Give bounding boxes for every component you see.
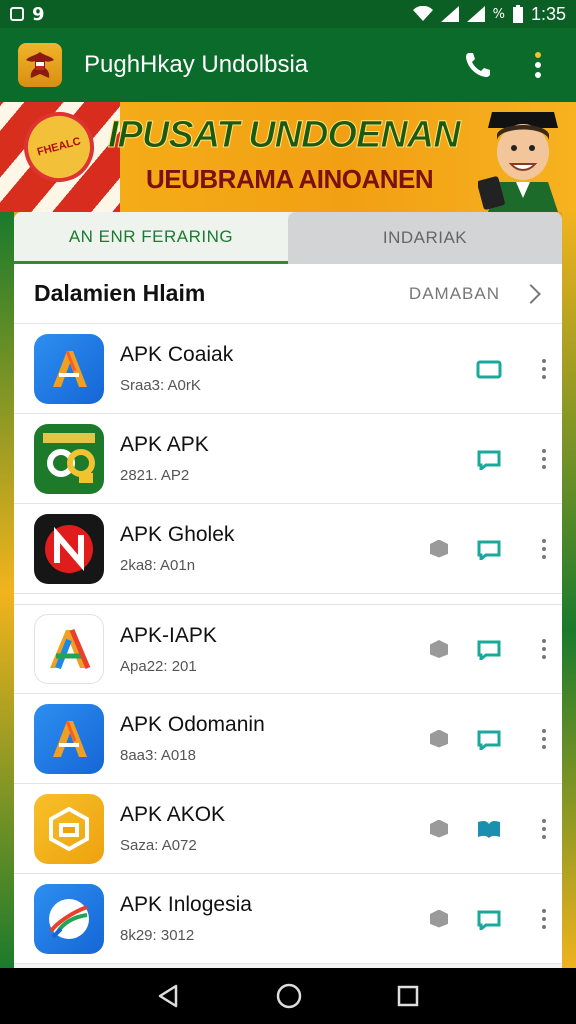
more-options-icon[interactable] (540, 818, 548, 839)
app-title: PughHkay Undolbsia (84, 51, 309, 78)
blue-globe-icon (34, 883, 104, 954)
package-icon[interactable] (430, 909, 448, 928)
app-name: APK-IAPK (120, 623, 217, 647)
status-bar: 9 % 1:35 (0, 0, 576, 28)
wifi-icon (412, 6, 433, 21)
home-icon[interactable] (275, 982, 303, 1010)
call-button[interactable] (458, 45, 498, 85)
open-button[interactable] (476, 358, 502, 380)
app-bar: PughHkay Undolbsia (0, 28, 576, 102)
content-card: AN ENR FERARING INDARIAK Dalamien Hlaim … (14, 212, 562, 972)
open-button[interactable] (476, 448, 502, 470)
app-meta: 8k29: 3012 (120, 927, 195, 944)
percent-icon: % (492, 6, 505, 22)
list-item[interactable]: APK Gholek 2ka8: A01n (14, 504, 562, 594)
recents-icon[interactable] (396, 984, 420, 1008)
battery-icon (512, 5, 523, 23)
banner-subline: UEUBRAMA AINOANEN (146, 164, 434, 194)
app-meta: 8aa3: A018 (120, 747, 196, 764)
app-list: APK Coaiak Sraa3: A0rK APK APK 2821. AP2 (14, 324, 562, 964)
right-decoration (562, 212, 576, 972)
blue-a-icon (34, 333, 104, 404)
package-icon[interactable] (430, 539, 448, 558)
back-icon[interactable] (156, 983, 182, 1009)
more-options-icon[interactable] (540, 908, 548, 929)
book-icon (478, 820, 500, 838)
yellow-box-icon (34, 793, 104, 864)
chat-icon (476, 360, 502, 378)
app-name: APK Odomanin (120, 713, 265, 736)
banner-headline: IPUSAT UNDOENAN (108, 114, 462, 157)
list-item[interactable]: APK Inlogesia 8k29: 3012 (14, 874, 562, 964)
mascot-illustration (478, 112, 558, 212)
chat-icon (477, 450, 501, 470)
medal-text: FHEALC (35, 135, 83, 159)
notification-icon: 9 (32, 3, 45, 25)
chat-icon (477, 910, 501, 930)
promo-banner[interactable]: FHEALC IPUSAT UNDOENAN UEUBRAMA AINOANEN (0, 102, 576, 212)
sim-icon (10, 7, 24, 21)
list-item[interactable]: APK Odomanin 8aa3: A018 (14, 694, 562, 784)
app-name: APK AKOK (120, 803, 226, 826)
more-options-icon[interactable] (540, 448, 548, 469)
chat-icon (477, 640, 501, 660)
package-icon[interactable] (430, 640, 448, 658)
chat-icon (477, 540, 501, 560)
overflow-menu-icon (535, 52, 541, 78)
list-item[interactable]: APK-IAPK Apa22: 201 (14, 604, 562, 694)
tab-featured[interactable]: AN ENR FERARING (14, 212, 288, 264)
list-item[interactable]: APK APK 2821. AP2 (14, 414, 562, 504)
app-name: APK Inlogesia (120, 893, 252, 916)
package-icon[interactable] (430, 819, 448, 838)
tab-bar: AN ENR FERARING INDARIAK (14, 212, 562, 264)
garuda-emblem-icon (18, 43, 62, 87)
app-meta: Apa22: 201 (120, 657, 197, 675)
open-button[interactable] (476, 818, 502, 840)
open-button[interactable] (476, 538, 502, 560)
tab-indariak[interactable]: INDARIAK (288, 212, 562, 264)
app-meta: Sraa3: A0rK (120, 377, 201, 394)
list-item[interactable]: APK AKOK Saza: A072 (14, 784, 562, 874)
app-meta: 2821. AP2 (120, 467, 190, 484)
white-a-icon (34, 614, 104, 684)
navigation-bar (0, 968, 576, 1024)
see-all-link[interactable]: DAMABAN (409, 284, 500, 304)
left-decoration (0, 212, 14, 972)
app-name: APK APK (120, 433, 209, 456)
section-header: Dalamien Hlaim DAMABAN (14, 264, 562, 324)
app-meta: 2ka8: A01n (120, 557, 196, 574)
more-options-icon[interactable] (540, 358, 548, 379)
more-options-icon[interactable] (540, 538, 548, 559)
section-title: Dalamien Hlaim (34, 280, 206, 306)
app-name: APK Gholek (120, 523, 235, 546)
signal-icon (466, 6, 485, 22)
more-options-icon[interactable] (540, 639, 548, 659)
phone-icon (466, 53, 490, 77)
overflow-menu-button[interactable] (518, 45, 558, 85)
green-90-icon (34, 423, 104, 494)
open-button[interactable] (476, 728, 502, 750)
open-button[interactable] (476, 638, 502, 660)
app-name: APK Coaiak (120, 343, 234, 366)
signal-icon (440, 6, 459, 22)
open-button[interactable] (476, 908, 502, 930)
chevron-right-icon[interactable] (521, 283, 541, 304)
chat-icon (477, 730, 501, 750)
list-item[interactable]: APK Coaiak Sraa3: A0rK (14, 324, 562, 414)
status-time: 1:35 (530, 3, 566, 24)
package-icon[interactable] (430, 729, 448, 748)
more-options-icon[interactable] (540, 728, 548, 749)
red-n-icon (34, 513, 104, 584)
app-meta: Saza: A072 (120, 837, 197, 854)
blue-a-icon (34, 703, 104, 774)
